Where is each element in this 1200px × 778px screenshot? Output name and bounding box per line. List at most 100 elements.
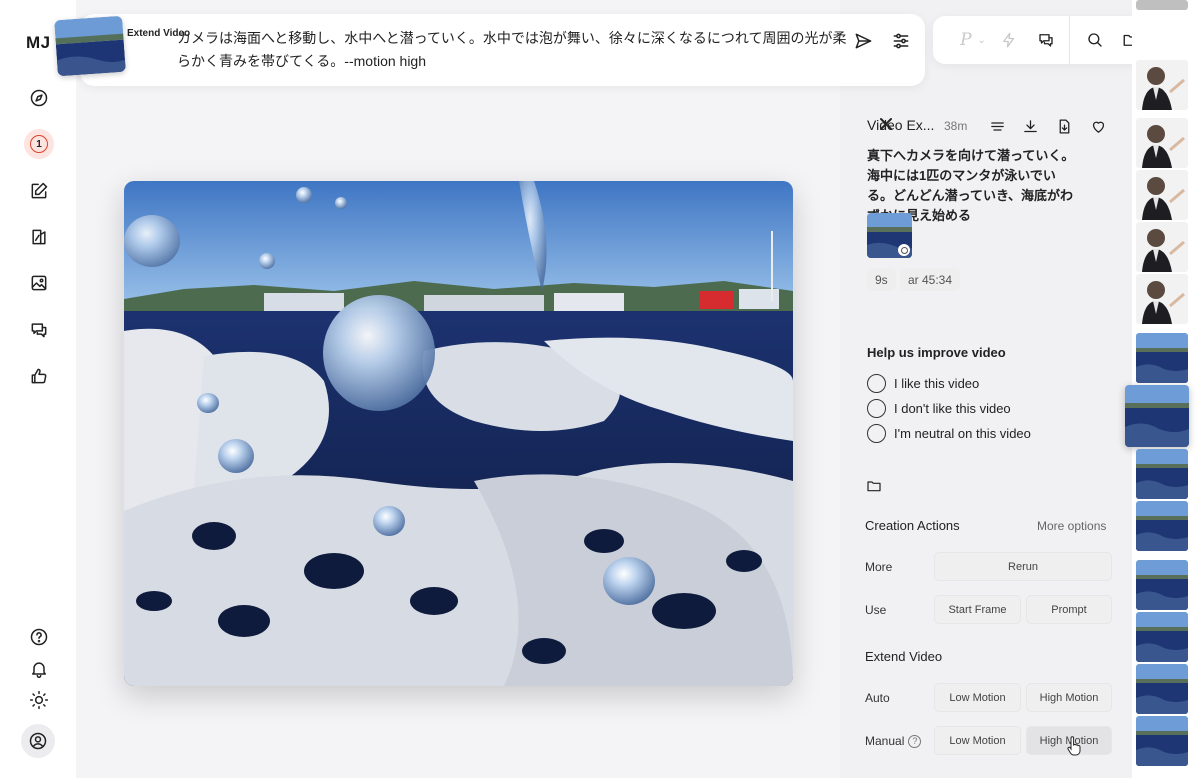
thumbnail-person bbox=[1136, 170, 1188, 220]
help-button[interactable] bbox=[24, 622, 54, 652]
send-button[interactable] bbox=[850, 28, 876, 54]
thumbnail-sea bbox=[1136, 716, 1188, 766]
add-to-folder-button[interactable] bbox=[866, 478, 884, 494]
details-panel: Video Ex... 38m 真下へカメラを向けて潜っていく。海中には1匹のマ… bbox=[840, 90, 1132, 778]
thumbnail-sea bbox=[1136, 664, 1188, 714]
auto-high-motion-button[interactable]: High Motion bbox=[1026, 683, 1112, 712]
save-file-button[interactable] bbox=[1054, 116, 1074, 136]
rerun-button[interactable]: Rerun bbox=[934, 552, 1112, 581]
reference-image-thumbnail[interactable] bbox=[867, 213, 912, 258]
app-logo[interactable]: MJ bbox=[26, 33, 51, 53]
thumbnail-sea bbox=[1125, 385, 1189, 447]
extend-video-heading: Extend Video bbox=[865, 649, 943, 664]
auto-row-label: Auto bbox=[865, 691, 890, 705]
mode-selector[interactable]: P ⌄ bbox=[951, 28, 995, 52]
file-download-icon bbox=[1059, 118, 1069, 134]
history-thumbnail[interactable] bbox=[1136, 170, 1188, 220]
thumbnail-image bbox=[54, 15, 126, 77]
download-button[interactable] bbox=[1020, 116, 1040, 136]
thumbnail-sea bbox=[1136, 560, 1188, 610]
aspect-ratio-chip: ar 45:34 bbox=[900, 268, 961, 291]
radio-button[interactable] bbox=[867, 423, 886, 443]
history-thumbnail[interactable] bbox=[1136, 449, 1188, 499]
use-start-frame-button[interactable]: Start Frame bbox=[934, 595, 1021, 624]
help-icon[interactable]: ? bbox=[908, 734, 922, 748]
extend-source-thumbnail[interactable] bbox=[54, 15, 126, 77]
history-thumbnail-selected[interactable] bbox=[1125, 385, 1189, 447]
bell-icon bbox=[32, 662, 46, 679]
left-sidebar: MJ 1 bbox=[0, 0, 76, 778]
feedback-option-label: I'm neutral on this video bbox=[894, 425, 1031, 441]
use-prompt-button[interactable]: Prompt bbox=[1026, 595, 1112, 624]
feedback-heading: Help us improve video bbox=[867, 345, 1006, 360]
profile-button[interactable] bbox=[21, 724, 55, 758]
notification-count: 1 bbox=[30, 135, 48, 153]
like-button[interactable] bbox=[1088, 116, 1108, 136]
use-row-label: Use bbox=[865, 603, 887, 617]
feedback-neutral-option[interactable]: I'm neutral on this video bbox=[867, 423, 1031, 443]
chevron-down-icon: ⌄ bbox=[977, 34, 986, 46]
compass-icon bbox=[30, 89, 48, 107]
theme-toggle-button[interactable] bbox=[24, 685, 54, 715]
create-button[interactable] bbox=[24, 176, 54, 206]
creation-actions-heading: Creation Actions bbox=[865, 518, 960, 533]
thumbnail-person bbox=[1136, 60, 1188, 110]
duration-chip: 9s bbox=[867, 268, 896, 291]
history-thumbnail[interactable] bbox=[1136, 60, 1188, 110]
image-prompt-badge bbox=[898, 244, 910, 256]
auto-low-motion-button[interactable]: Low Motion bbox=[934, 683, 1021, 712]
history-thumbnail[interactable] bbox=[1136, 274, 1188, 324]
prompt-bar: Extend Video カメラは海面へと移動し、水中へと潜っていく。水中では泡… bbox=[54, 14, 925, 86]
history-thumbnail[interactable] bbox=[1136, 716, 1188, 766]
edit-icon bbox=[32, 229, 46, 245]
radio-button[interactable] bbox=[867, 398, 886, 418]
feedback-option-label: I like this video bbox=[894, 375, 980, 391]
chat-icon bbox=[1039, 34, 1053, 47]
help-icon bbox=[30, 628, 48, 646]
organize-button[interactable] bbox=[24, 268, 54, 298]
history-thumbnail[interactable] bbox=[1136, 118, 1188, 168]
chat-button[interactable] bbox=[24, 315, 54, 345]
feedback-option-label: I don't like this video bbox=[894, 400, 1011, 416]
thumbnail-person bbox=[1136, 274, 1188, 324]
thumbnail-person bbox=[1136, 222, 1188, 272]
search-icon bbox=[1088, 33, 1102, 47]
history-thumbnail[interactable] bbox=[1136, 501, 1188, 551]
download-icon bbox=[1023, 119, 1037, 132]
feedback-dislike-option[interactable]: I don't like this video bbox=[867, 398, 1011, 418]
folder-icon bbox=[867, 481, 881, 492]
video-player[interactable] bbox=[124, 181, 793, 686]
thumbs-up-icon bbox=[31, 368, 47, 384]
video-frame bbox=[124, 181, 793, 686]
thumbnail-person bbox=[1136, 118, 1188, 168]
lightning-icon bbox=[1003, 32, 1015, 48]
toolbar-divider bbox=[1069, 16, 1070, 64]
history-thumbnail[interactable] bbox=[1136, 333, 1188, 383]
edit-button[interactable] bbox=[24, 222, 54, 252]
explore-button[interactable] bbox=[24, 83, 54, 113]
notifications-button[interactable] bbox=[24, 654, 54, 684]
history-thumbnail[interactable] bbox=[1136, 664, 1188, 714]
history-thumbnail[interactable] bbox=[1136, 0, 1188, 10]
speed-button[interactable] bbox=[999, 28, 1019, 52]
radio-button[interactable] bbox=[867, 373, 886, 393]
job-title: Video Ex... bbox=[867, 117, 935, 133]
history-strip bbox=[1125, 0, 1200, 778]
more-options-link[interactable]: More options bbox=[1037, 519, 1106, 533]
notification-badge: 1 bbox=[24, 129, 54, 159]
rate-button[interactable] bbox=[24, 361, 54, 391]
details-menu-button[interactable] bbox=[987, 116, 1007, 136]
manual-low-motion-button[interactable]: Low Motion bbox=[934, 726, 1021, 755]
history-thumbnail[interactable] bbox=[1136, 612, 1188, 662]
top-toolbar: P ⌄ bbox=[933, 16, 1158, 64]
history-thumbnail[interactable] bbox=[1136, 560, 1188, 610]
notifications-badge-button[interactable]: 1 bbox=[24, 129, 54, 159]
feedback-like-option[interactable]: I like this video bbox=[867, 373, 979, 393]
search-button[interactable] bbox=[1084, 28, 1106, 52]
prompt-input[interactable]: カメラは海面へと移動し、水中へと潜っていく。水中では泡が舞い、徐々に深くなるにつ… bbox=[177, 27, 847, 73]
job-age: 38m bbox=[944, 119, 968, 133]
history-thumbnail[interactable] bbox=[1136, 222, 1188, 272]
chat-toggle-button[interactable] bbox=[1035, 28, 1057, 52]
image-icon bbox=[31, 275, 47, 291]
prompt-settings-button[interactable] bbox=[888, 28, 914, 54]
